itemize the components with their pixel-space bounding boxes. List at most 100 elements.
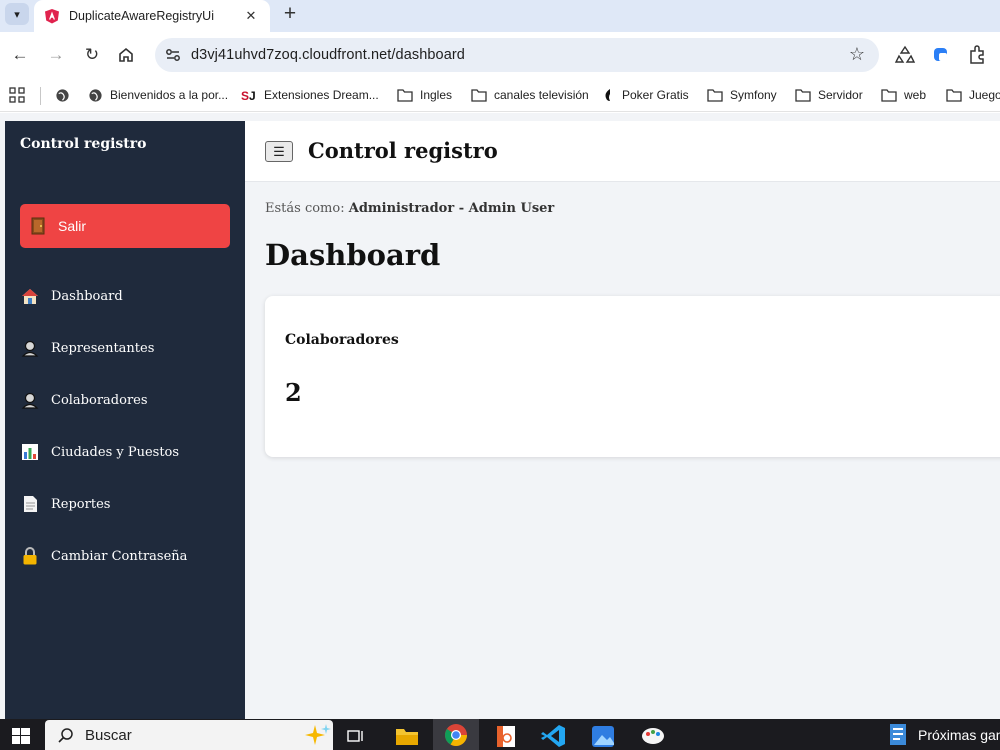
sidebar-item-label: Cambiar Contraseña	[51, 548, 188, 564]
bookmark-label: web	[904, 88, 927, 102]
close-tab-icon[interactable]: ✕	[242, 8, 260, 24]
site-settings-icon[interactable]	[164, 46, 182, 64]
sidebar-item-reportes[interactable]: Reportes	[21, 492, 110, 516]
news-widget[interactable]: Próximas gan	[888, 723, 1000, 747]
document-icon	[24, 496, 37, 512]
new-tab-button[interactable]: +	[280, 2, 300, 26]
bookmark-label: Symfony	[730, 88, 777, 102]
office-app-icon[interactable]	[492, 723, 520, 749]
address-bar[interactable]: d3vj41uhvd7zoq.cloudfront.net/dashboard …	[155, 38, 879, 72]
forward-arrow-icon[interactable]: →	[45, 43, 67, 67]
back-arrow-icon[interactable]: ←	[9, 43, 31, 67]
search-icon	[58, 728, 73, 743]
bookmark-web[interactable]: web	[881, 85, 926, 105]
recycle-extension-icon[interactable]	[894, 43, 916, 67]
sparkle-highlight-icon	[305, 724, 331, 745]
current-user-info: Estás como: Administrador - Admin User	[265, 201, 554, 216]
sj-favicon-icon: SJ	[241, 89, 256, 102]
angular-favicon-icon	[45, 9, 59, 24]
windows-taskbar: Buscar Próximas gan	[0, 719, 1000, 750]
svg-text:J: J	[249, 89, 256, 102]
news-document-icon	[890, 724, 906, 745]
vscode-icon[interactable]	[540, 723, 568, 749]
stat-card-value: 2	[285, 378, 302, 407]
poker-favicon-icon	[605, 89, 610, 101]
sidebar-item-colaboradores[interactable]: Colaboradores	[21, 388, 148, 412]
bookmark-servidor[interactable]: Servidor	[795, 85, 863, 105]
active-tab[interactable]: DuplicateAwareRegistryUi ✕	[34, 0, 270, 32]
tab-title: DuplicateAwareRegistryUi	[69, 9, 214, 23]
windows-start-icon[interactable]	[12, 728, 30, 744]
browser-toolbar: ← → ↻ d3vj41uhvd7zoq.cloudfront.net/dash…	[0, 32, 1000, 78]
lock-icon	[23, 547, 37, 565]
globe-icon	[89, 88, 102, 102]
user-prefix: Estás como:	[265, 201, 345, 216]
home-icon[interactable]	[117, 46, 135, 64]
sidebar-item-dashboard[interactable]: Dashboard	[21, 284, 123, 308]
app-viewport: Control registro Salir Dashboard Represe…	[0, 113, 1000, 719]
bookmark-globe[interactable]	[55, 85, 77, 105]
folder-icon	[471, 89, 487, 102]
menu-toggle-button[interactable]: ☰	[265, 141, 293, 162]
logout-button[interactable]: Salir	[20, 204, 230, 248]
bookmark-juego[interactable]: Juego	[946, 85, 1000, 105]
bookmark-label: Poker Gratis	[622, 88, 689, 102]
sidebar-item-ciudades-puestos[interactable]: Ciudades y Puestos	[21, 440, 179, 464]
bookmarks-bar: Bienvenidos a la por... SJ Extensiones D…	[0, 78, 1000, 112]
bookmark-label: Servidor	[818, 88, 863, 102]
bookmark-canales[interactable]: canales televisión	[471, 85, 589, 105]
folder-icon	[795, 89, 811, 102]
tab-strip: ▾ DuplicateAwareRegistryUi ✕ +	[0, 0, 1000, 32]
apps-grid-icon[interactable]	[9, 85, 32, 105]
house-icon	[22, 289, 38, 304]
svg-text:S: S	[241, 89, 249, 102]
colaboradores-stat-card: Colaboradores 2	[265, 296, 1000, 457]
file-explorer-icon[interactable]	[393, 723, 421, 749]
user-role: Administrador - Admin User	[348, 201, 555, 216]
folder-icon	[707, 89, 723, 102]
person-icon	[21, 392, 39, 409]
door-icon	[31, 217, 45, 235]
sidebar: Control registro Salir Dashboard Represe…	[5, 121, 245, 719]
bookmark-bienvenidos[interactable]: Bienvenidos a la por...	[88, 85, 228, 105]
sidebar-item-label: Colaboradores	[51, 392, 148, 408]
news-label: Próximas gan	[918, 727, 1000, 743]
bookmark-extensiones[interactable]: SJ Extensiones Dream...	[241, 85, 379, 105]
sidebar-item-label: Representantes	[51, 340, 155, 356]
sidebar-item-label: Dashboard	[51, 288, 123, 304]
sidebar-item-label: Reportes	[51, 496, 111, 512]
bookmark-label: Juego	[969, 88, 1000, 102]
url-text: d3vj41uhvd7zoq.cloudfront.net/dashboard	[191, 47, 465, 63]
folder-icon	[946, 89, 962, 102]
bookmark-star-icon[interactable]: ☆	[849, 44, 865, 65]
sidebar-item-label: Ciudades y Puestos	[51, 444, 180, 460]
chrome-icon	[445, 724, 467, 746]
bookmark-label: Ingles	[420, 88, 453, 102]
reload-icon[interactable]: ↻	[81, 43, 103, 67]
sidebar-item-representantes[interactable]: Representantes	[21, 336, 154, 360]
bookmark-label: Extensiones Dream...	[264, 88, 379, 102]
main-content: ☰ Control registro Estás como: Administr…	[245, 121, 1000, 719]
folder-icon	[397, 89, 413, 102]
sidebar-brand: Control registro	[20, 136, 147, 152]
bookmark-symfony[interactable]: Symfony	[707, 85, 777, 105]
logout-label: Salir	[58, 218, 87, 234]
sidebar-item-cambiar-contrasena[interactable]: Cambiar Contraseña	[21, 544, 187, 568]
chrome-taskbar-slot[interactable]	[433, 719, 479, 750]
person-icon	[21, 340, 39, 357]
tab-search-menu-button[interactable]: ▾	[5, 3, 29, 25]
search-placeholder: Buscar	[85, 727, 132, 744]
bookmark-label: canales televisión	[494, 88, 589, 102]
bookmark-ingles[interactable]: Ingles	[397, 85, 452, 105]
paint-app-icon[interactable]	[639, 723, 667, 749]
blue-extension-icon[interactable]	[930, 43, 952, 67]
bar-chart-icon	[22, 444, 38, 460]
folder-icon	[881, 89, 897, 102]
task-view-icon[interactable]	[342, 723, 370, 749]
header-brand: Control registro	[308, 138, 498, 163]
extensions-puzzle-icon[interactable]	[966, 43, 988, 67]
bookmarks-divider	[40, 87, 41, 105]
taskbar-search-box[interactable]: Buscar	[45, 720, 333, 750]
bookmark-poker[interactable]: Poker Gratis	[603, 85, 689, 105]
photos-app-icon[interactable]	[589, 723, 617, 749]
